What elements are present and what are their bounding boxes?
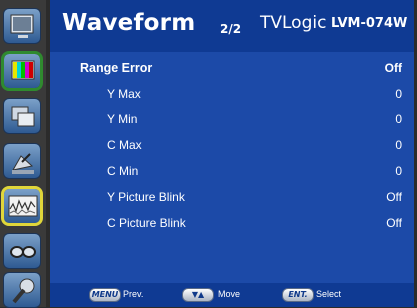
menu-row-label: Y Min xyxy=(107,112,138,126)
menu-row-value: 0 xyxy=(395,164,402,178)
menu-row-value: 0 xyxy=(395,112,402,126)
menu-row-label: C Picture Blink xyxy=(107,216,186,230)
page-indicator: 2/2 xyxy=(220,22,242,36)
glasses-icon[interactable] xyxy=(3,233,41,269)
waveform-icon[interactable] xyxy=(1,186,43,226)
page-title: Waveform xyxy=(62,10,196,36)
hint-action: Prev. xyxy=(123,289,144,299)
menu-row-c-picture-blink[interactable]: C Picture Blink Off xyxy=(50,212,414,234)
menu-row-value: Off xyxy=(386,190,402,204)
menu-row-value: 0 xyxy=(395,87,402,101)
sidebar xyxy=(0,0,46,308)
brand-logo: TVLogic xyxy=(260,13,327,33)
menu-row-c-max[interactable]: C Max 0 xyxy=(50,134,414,156)
satellite-dish-icon[interactable] xyxy=(3,143,41,179)
menu-row-y-max[interactable]: Y Max 0 xyxy=(50,83,414,105)
menu-row-value: Off xyxy=(386,216,402,230)
color-bars-icon[interactable] xyxy=(1,51,43,91)
menu-row-label: Y Picture Blink xyxy=(107,190,185,204)
menu-row-value: Off xyxy=(384,61,402,75)
wrench-icon[interactable] xyxy=(3,272,41,308)
windows-icon[interactable] xyxy=(3,98,41,134)
menu-row-value: 0 xyxy=(395,138,402,152)
menu-row-range-error[interactable]: Range Error Off xyxy=(50,57,414,79)
key-hint-bar: MENU Prev. ▼▲ Move ENT. Select xyxy=(50,283,414,307)
model-name: LVM-074W xyxy=(331,16,408,31)
menu-row-label: C Min xyxy=(107,164,139,178)
enter-key-icon: ENT. xyxy=(282,288,314,302)
monitor-icon[interactable] xyxy=(3,8,41,44)
menu-panel: Waveform 2/2 TVLogic LVM-074W Range Erro… xyxy=(50,0,414,307)
menu-key-icon: MENU xyxy=(89,288,121,302)
menu-header: Waveform 2/2 TVLogic LVM-074W xyxy=(50,0,414,52)
menu-row-label: Range Error xyxy=(80,61,153,75)
menu-row-c-min[interactable]: C Min 0 xyxy=(50,160,414,182)
menu-row-label: Y Max xyxy=(107,87,141,101)
menu-row-label: C Max xyxy=(107,138,142,152)
arrow-keys-icon: ▼▲ xyxy=(182,288,214,302)
hint-action: Move xyxy=(218,289,241,299)
menu-row-y-min[interactable]: Y Min 0 xyxy=(50,108,414,130)
menu-row-y-picture-blink[interactable]: Y Picture Blink Off xyxy=(50,186,414,208)
hint-action: Select xyxy=(316,289,342,299)
